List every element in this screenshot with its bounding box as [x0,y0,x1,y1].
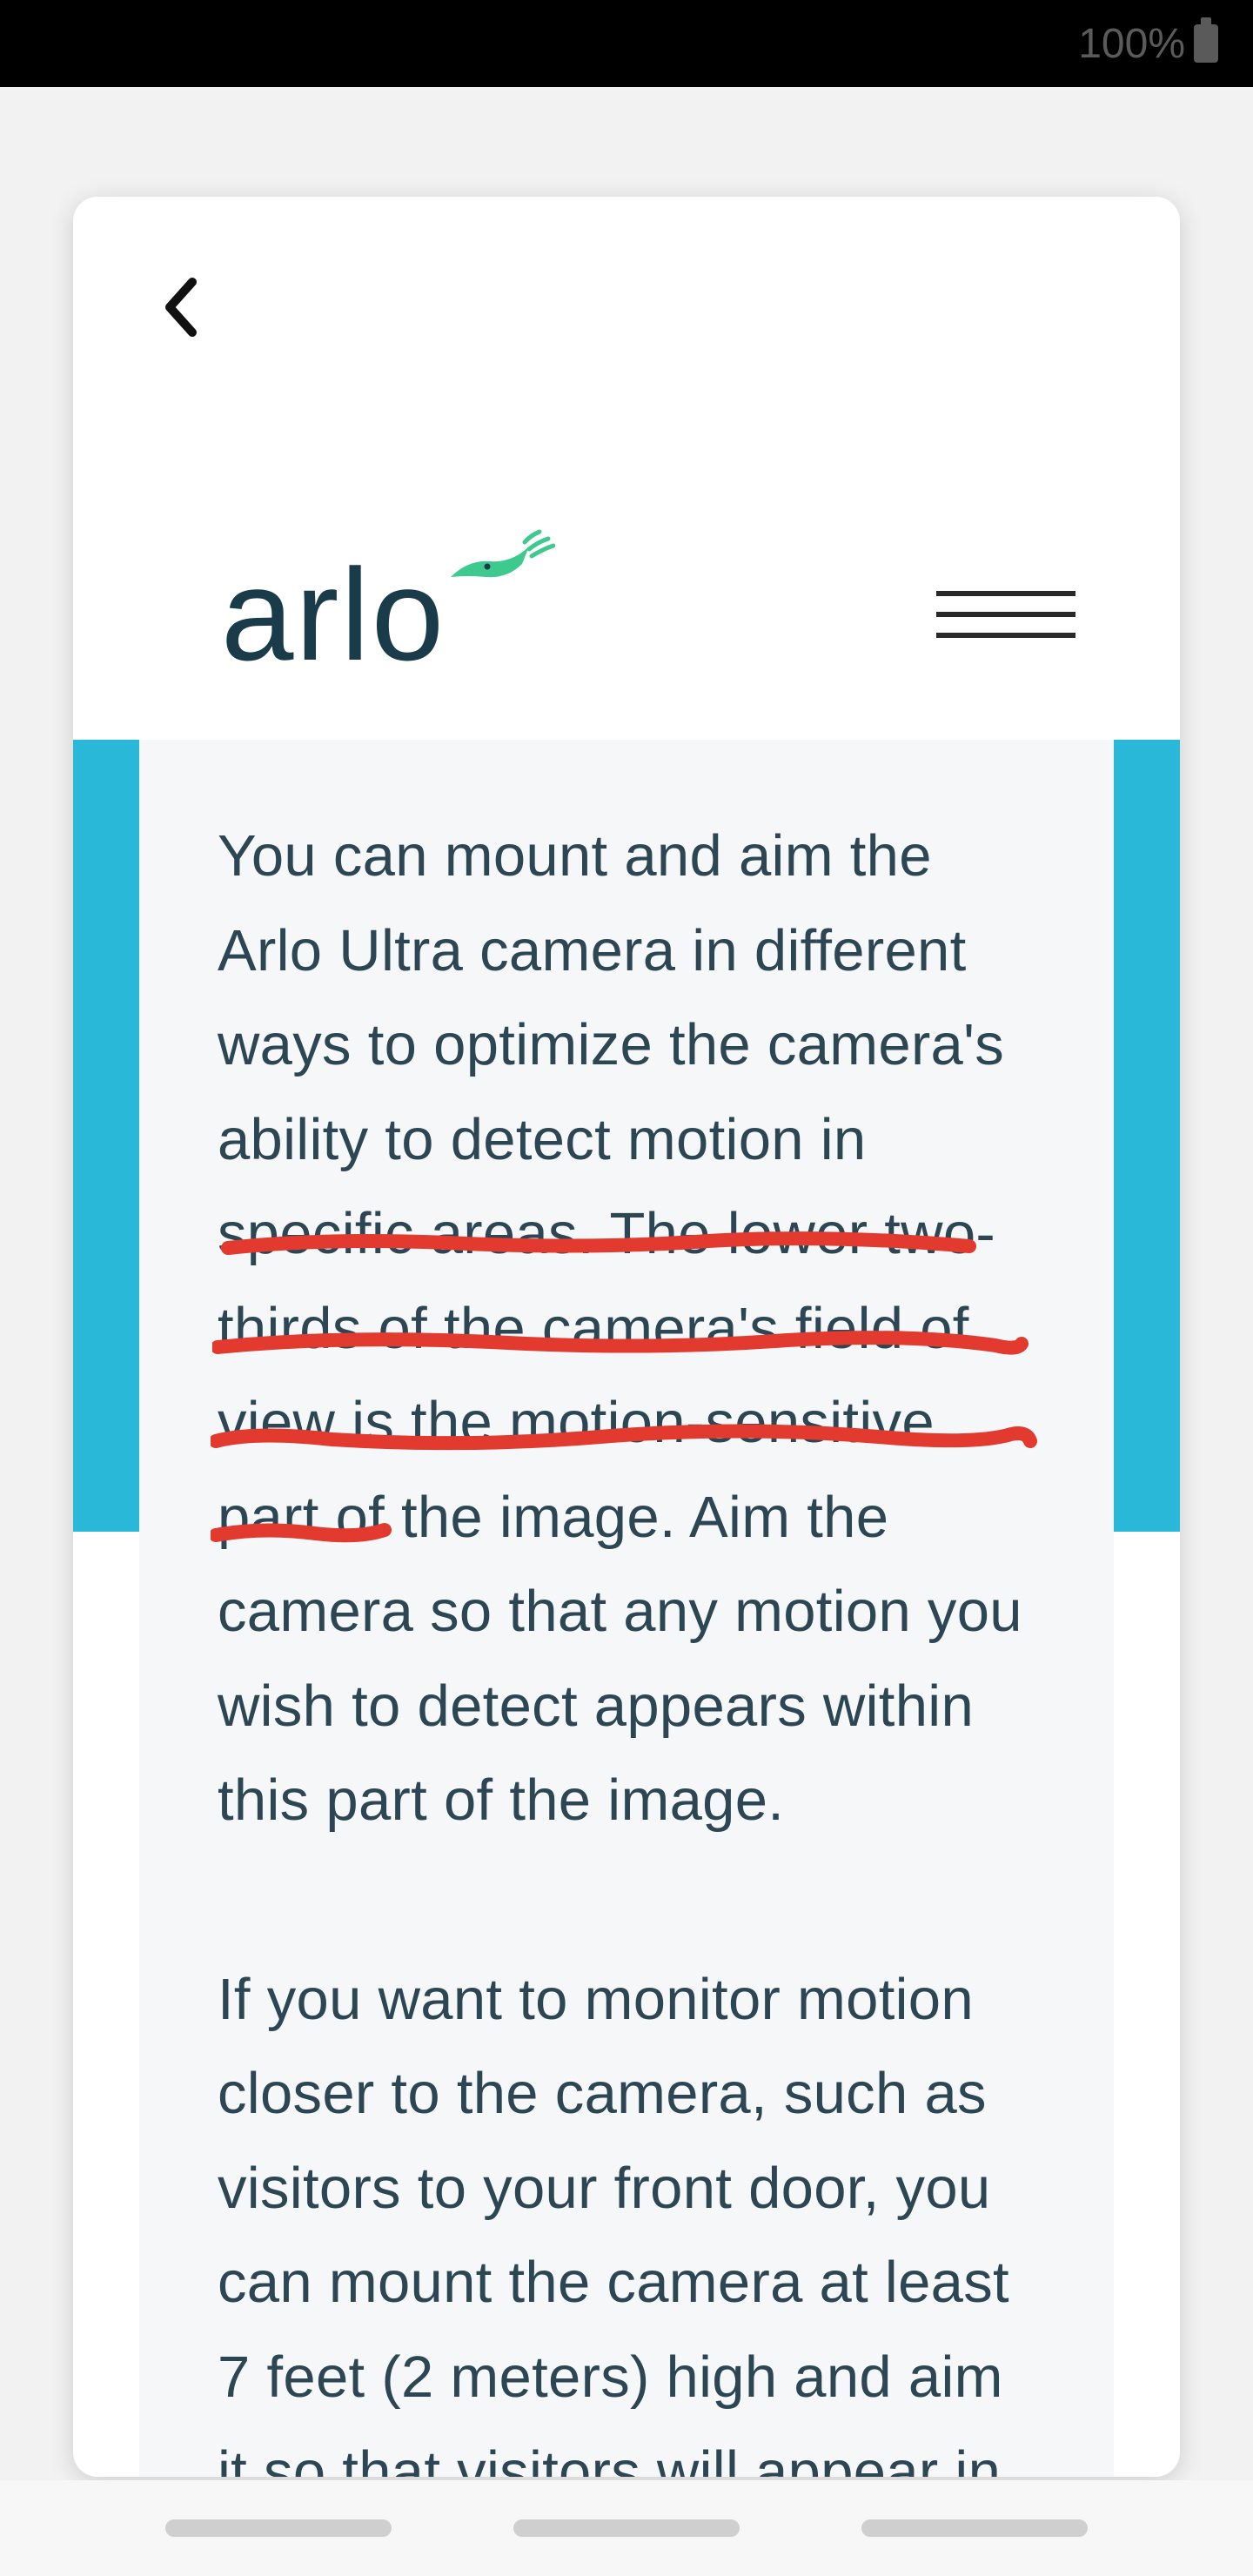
brand-wordmark: arlo [221,549,446,680]
back-button[interactable] [150,277,211,338]
battery-percent: 100% [1078,20,1185,68]
chevron-left-icon [163,277,198,338]
hamburger-line [936,591,1075,596]
paragraph-1: You can mount and aim the Arlo Ultra cam… [218,809,1035,1848]
hamburger-line [936,633,1075,638]
nav-home-button[interactable] [513,2519,740,2537]
nav-back-button[interactable] [861,2519,1088,2537]
article-content: You can mount and aim the Arlo Ultra cam… [139,740,1114,2477]
paragraph-2: If you want to monitor motion closer to … [218,1953,1035,2477]
nav-recent-button[interactable] [165,2519,392,2537]
system-nav-bar [0,2480,1253,2576]
brand-logo[interactable]: arlo [221,549,446,680]
hummingbird-icon [442,525,555,594]
main-card: arlo You can mount and aim the Arlo Ultr… [73,197,1180,2477]
battery-icon [1194,24,1218,63]
hamburger-line [936,612,1075,617]
menu-button[interactable] [928,582,1084,647]
site-header: arlo [73,501,1180,728]
status-bar: 100% [0,0,1253,87]
